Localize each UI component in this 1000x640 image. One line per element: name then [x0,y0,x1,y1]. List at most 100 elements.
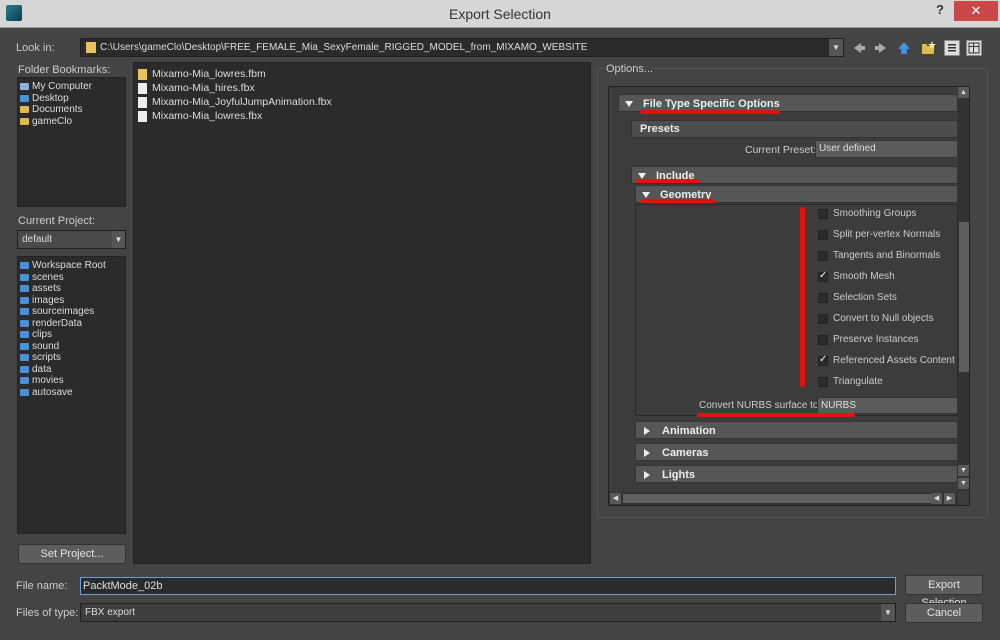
project-folder-item[interactable]: Workspace Root [20,260,123,272]
back-arrow-icon[interactable] [851,40,867,56]
folder-icon [20,273,29,281]
file-list-item[interactable]: Mixamo-Mia_lowres.fbm [138,67,586,81]
project-folders-list[interactable]: Workspace Root scenes assets images sour… [17,256,126,534]
scroll-right-icon[interactable]: ▶ [944,493,955,504]
bookmark-item[interactable]: Desktop [20,93,123,105]
project-folder-item[interactable]: scenes [20,272,123,284]
expand-arrow-icon [644,471,650,480]
project-dropdown[interactable]: default ▼ [17,230,126,249]
file-list-item[interactable]: Mixamo-Mia_hires.fbx [138,81,586,95]
folder-icon [86,42,96,53]
file-type-dropdown[interactable]: FBX export ▼ [80,603,896,622]
split-normals-checkbox[interactable]: Split per-vertex Normals [818,224,958,245]
look-in-combo[interactable]: C:\Users\gameClo\Desktop\FREE_FEMALE_Mia… [80,38,844,57]
nurbs-label: Convert NURBS surface to: [699,400,822,411]
file-icon [138,96,147,108]
smoothing-groups-checkbox[interactable]: Smoothing Groups [818,203,958,224]
collapse-arrow-icon [625,101,633,108]
red-underline-annotation [636,179,699,183]
new-folder-icon[interactable] [920,40,936,56]
list-view-icon[interactable] [944,40,960,56]
scroll-thumb[interactable] [623,494,933,503]
nurbs-dropdown[interactable]: NURBS [817,397,958,414]
file-type-label: Files of type: [16,607,79,619]
folder-icon [20,94,29,102]
cancel-button[interactable]: Cancel [905,603,983,623]
project-folder-item[interactable]: clips [20,329,123,341]
current-preset-dropdown[interactable]: User defined [815,140,958,158]
computer-icon [20,83,29,91]
scroll-left-icon[interactable]: ◀ [931,493,942,504]
file-icon [138,82,147,94]
collapse-arrow-icon [642,192,650,199]
up-folder-icon[interactable] [896,40,912,56]
chevron-down-icon[interactable]: ▼ [829,39,843,56]
folder-icon [20,354,29,362]
convert-null-checkbox[interactable]: Convert to Null objects [818,308,958,329]
vertical-scrollbar[interactable]: ▲ ▼ ▼ [958,87,969,491]
file-list-item[interactable]: Mixamo-Mia_lowres.fbx [138,109,586,123]
detail-view-icon[interactable] [966,40,982,56]
look-in-path: C:\Users\gameClo\Desktop\FREE_FEMALE_Mia… [100,42,588,53]
selection-sets-checkbox[interactable]: Selection Sets [818,287,958,308]
window-title: Export Selection [449,6,551,22]
file-name-input[interactable]: PacktMode_02b [80,577,896,595]
folder-icon [20,319,29,327]
title-bar: Export Selection ? ✕ [0,0,1000,28]
scroll-down-icon[interactable]: ▼ [958,478,969,489]
project-folder-item[interactable]: assets [20,283,123,295]
file-icon [138,110,147,122]
bookmarks-label: Folder Bookmarks: [18,64,111,76]
red-underline-annotation [640,110,780,114]
export-selection-button[interactable]: Export Selection [905,575,983,609]
referenced-assets-checkbox[interactable]: Referenced Assets Content [818,350,958,371]
preserve-instances-checkbox[interactable]: Preserve Instances [818,329,958,350]
red-underline-annotation [640,199,716,203]
project-folder-item[interactable]: data [20,364,123,376]
bookmark-item[interactable]: My Computer [20,81,123,93]
bookmark-item[interactable]: Documents [20,104,123,116]
red-vertical-annotation [800,207,805,387]
chevron-down-icon[interactable]: ▼ [112,231,125,248]
project-folder-item[interactable]: autosave [20,387,123,399]
triangulate-checkbox[interactable]: Triangulate [818,371,958,392]
folder-icon [20,296,29,304]
scroll-down-icon[interactable]: ▼ [958,465,969,476]
chevron-down-icon[interactable]: ▼ [881,604,895,621]
horizontal-scrollbar[interactable]: ◀ ◀ ▶ [609,492,958,505]
bookmark-item[interactable]: gameClo [20,116,123,128]
folder-icon [20,342,29,350]
help-button[interactable]: ? [933,2,947,22]
animation-header[interactable]: Animation [635,421,958,439]
current-project-label: Current Project: [18,215,96,227]
folder-icon [138,68,147,80]
tangents-binormals-checkbox[interactable]: Tangents and Binormals [818,245,958,266]
project-folder-item[interactable]: scripts [20,352,123,364]
file-list-item[interactable]: Mixamo-Mia_JoyfulJumpAnimation.fbx [138,95,586,109]
scroll-up-icon[interactable]: ▲ [958,87,969,98]
scroll-left-icon[interactable]: ◀ [610,493,621,504]
bookmarks-list[interactable]: My Computer Desktop Documents gameClo [17,77,126,207]
forward-arrow-icon[interactable] [873,40,889,56]
set-project-button[interactable]: Set Project... [18,544,126,564]
project-folder-item[interactable]: images [20,295,123,307]
file-list[interactable]: Mixamo-Mia_lowres.fbm Mixamo-Mia_hires.f… [133,62,591,564]
folder-icon [20,285,29,293]
expand-arrow-icon [644,427,650,436]
project-folder-item[interactable]: sound [20,341,123,353]
project-folder-item[interactable]: movies [20,375,123,387]
folder-icon [20,308,29,316]
smooth-mesh-checkbox[interactable]: Smooth Mesh [818,266,958,287]
file-name-label: File name: [16,580,68,592]
project-folder-item[interactable]: sourceimages [20,306,123,318]
user-folder-icon [20,117,29,125]
folder-icon [20,365,29,373]
cameras-header[interactable]: Cameras [635,443,958,461]
folder-icon [20,388,29,396]
folder-icon [20,331,29,339]
scroll-thumb[interactable] [959,222,969,372]
close-button[interactable]: ✕ [954,1,998,21]
lights-header[interactable]: Lights [635,465,958,483]
look-in-label: Look in: [16,42,55,54]
project-folder-item[interactable]: renderData [20,318,123,330]
